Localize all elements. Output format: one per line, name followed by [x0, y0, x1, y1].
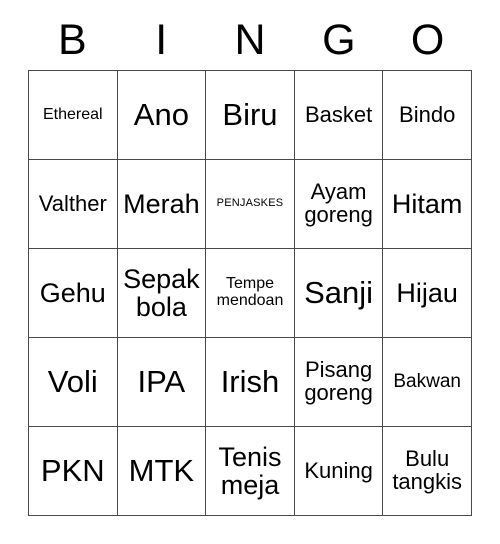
bingo-header-letter-b: B [58, 15, 87, 64]
bingo-cell-label: Bakwan [393, 371, 461, 393]
bingo-cell-label: PENJASKES [216, 197, 284, 210]
bingo-cell-label: Basket [304, 101, 373, 127]
bingo-cell[interactable]: Ayam goreng [294, 160, 384, 249]
bingo-cell[interactable]: Biru [206, 71, 295, 160]
bingo-cell[interactable]: Ano [117, 71, 207, 160]
bingo-header: B I N G O [28, 12, 472, 70]
bingo-cell[interactable]: Merah [117, 160, 207, 249]
bingo-header-letter-g: G [322, 15, 356, 64]
bingo-cell-label: Ayam goreng [304, 179, 373, 227]
bingo-cell-label: Tenis meja [218, 441, 282, 500]
bingo-cell-label: Gehu [39, 277, 106, 308]
bingo-cell-label: Sepak bola [123, 263, 200, 322]
bingo-row: PKN MTK Tenis meja Kuning Bulu tangkis [29, 427, 472, 516]
bingo-header-letter-i: I [155, 15, 168, 64]
bingo-cell[interactable]: Bulu tangkis [383, 427, 472, 516]
bingo-cell[interactable]: Ethereal [29, 71, 118, 160]
bingo-cell[interactable]: IPA [117, 338, 207, 427]
bingo-cell-label: Ethereal [43, 105, 103, 123]
bingo-cell-label: Pisang goreng [304, 357, 373, 405]
bingo-cell[interactable]: Gehu [29, 249, 118, 338]
bingo-cell-label: Sanji [304, 274, 374, 310]
bingo-cell[interactable]: Pisang goreng [294, 338, 384, 427]
bingo-cell-label: Hijau [396, 277, 458, 308]
bingo-cell[interactable]: Basket [294, 71, 384, 160]
bingo-row: Voli IPA Irish Pisang goreng Bakwan [29, 338, 472, 427]
bingo-cell[interactable]: Kuning [294, 427, 384, 516]
bingo-cell[interactable]: Sepak bola [117, 249, 207, 338]
bingo-header-letter-n: N [234, 15, 266, 64]
bingo-cell[interactable]: Voli [29, 338, 118, 427]
bingo-cell[interactable]: PENJASKES [206, 160, 295, 249]
bingo-cell[interactable]: MTK [117, 427, 207, 516]
bingo-cell-label: Bindo [399, 101, 456, 127]
bingo-cell-label: Merah [123, 188, 200, 219]
bingo-cell[interactable]: Hijau [383, 249, 472, 338]
bingo-row: Gehu Sepak bola Tempe mendoan Sanji Hija… [29, 249, 472, 338]
bingo-cell-label: Ano [133, 96, 189, 132]
bingo-cell-label: Hitam [391, 188, 463, 219]
bingo-cell[interactable]: Tempe mendoan [206, 249, 295, 338]
bingo-cell[interactable]: Bakwan [383, 338, 472, 427]
bingo-cell-label: Irish [220, 363, 280, 399]
bingo-cell-label: Kuning [304, 457, 373, 483]
bingo-cell[interactable]: Tenis meja [206, 427, 295, 516]
bingo-cell[interactable]: Bindo [383, 71, 472, 160]
bingo-row: Valther Merah PENJASKES Ayam goreng Hita… [29, 160, 472, 249]
bingo-cell[interactable]: PKN [29, 427, 118, 516]
bingo-cell[interactable]: Sanji [294, 249, 384, 338]
bingo-cell-label: PKN [40, 452, 105, 488]
bingo-cell-label: Bulu tangkis [392, 446, 463, 494]
bingo-grid: Ethereal Ano Biru Basket Bindo Valther M… [28, 70, 472, 516]
bingo-card: B I N G O Ethereal Ano Biru Basket Bindo… [28, 12, 472, 516]
bingo-cell[interactable]: Irish [206, 338, 295, 427]
bingo-cell[interactable]: Hitam [383, 160, 472, 249]
bingo-cell-label: Valther [38, 190, 107, 216]
bingo-row: Ethereal Ano Biru Basket Bindo [29, 71, 472, 160]
bingo-cell-label: MTK [128, 452, 195, 488]
bingo-cell-label: Voli [47, 363, 98, 399]
bingo-header-letter-o: O [410, 15, 445, 64]
bingo-cell-label: Biru [222, 96, 278, 132]
bingo-cell[interactable]: Valther [29, 160, 118, 249]
bingo-cell-label: Tempe mendoan [216, 275, 284, 309]
bingo-cell-label: IPA [137, 363, 186, 399]
